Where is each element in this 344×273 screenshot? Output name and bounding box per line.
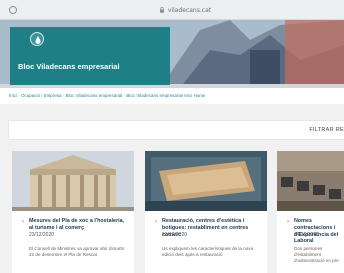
- card-date: 14/12/2020: [294, 232, 320, 238]
- chevron-right-icon: ›: [155, 219, 157, 225]
- filter-bar[interactable]: FILTRAR RE: [8, 120, 344, 140]
- card-title[interactable]: Mesures del Pla de xoc a l'hostaleria, a…: [29, 218, 129, 232]
- card-date: 21/12/2020: [162, 232, 188, 238]
- chevron-right-icon: ›: [22, 219, 24, 225]
- url-text: viladecans.cat: [167, 6, 212, 14]
- hero-banner: Bloc Viladecans empresarial: [0, 20, 344, 88]
- lock-icon: [159, 7, 164, 13]
- address-bar[interactable]: viladecans.cat: [110, 3, 260, 17]
- parliament-image: [12, 151, 134, 211]
- site-info-icon[interactable]: [8, 5, 18, 15]
- site-logo[interactable]: [30, 32, 44, 46]
- breadcrumb[interactable]: Inici · Ocupació i Empresa · Bloc Vilade…: [9, 93, 206, 98]
- card-excerpt: Us expliquem les característiques de la …: [162, 246, 254, 257]
- breadcrumb-text[interactable]: Inici · Ocupació i Empresa · Bloc Vilade…: [9, 93, 206, 98]
- money-image: [145, 151, 267, 211]
- classroom-image: [277, 151, 344, 211]
- news-card[interactable]: › Mesures del Pla de xoc a l'hostaleria,…: [12, 151, 134, 273]
- card-excerpt: Dos persones d'establiment d'administrac…: [294, 246, 339, 263]
- card-excerpt: El Consell de Ministres va aprovar ahir …: [29, 246, 124, 257]
- browser-toolbar: viladecans.cat: [0, 0, 344, 20]
- news-card[interactable]: › Restauració, centres d'estètica i boti…: [145, 151, 267, 273]
- hero-title: Bloc Viladecans empresarial: [18, 62, 120, 71]
- main-content: FILTRAR RE › Mesures del Pla de xoc a l'…: [0, 104, 344, 273]
- chevron-right-icon: ›: [287, 219, 289, 225]
- filter-label[interactable]: FILTRAR RE: [309, 127, 344, 133]
- news-card[interactable]: › Nomes contractacions i d'Experiència d…: [277, 151, 344, 273]
- card-date: 23/12/2020: [29, 232, 55, 238]
- drop-icon: [35, 36, 41, 44]
